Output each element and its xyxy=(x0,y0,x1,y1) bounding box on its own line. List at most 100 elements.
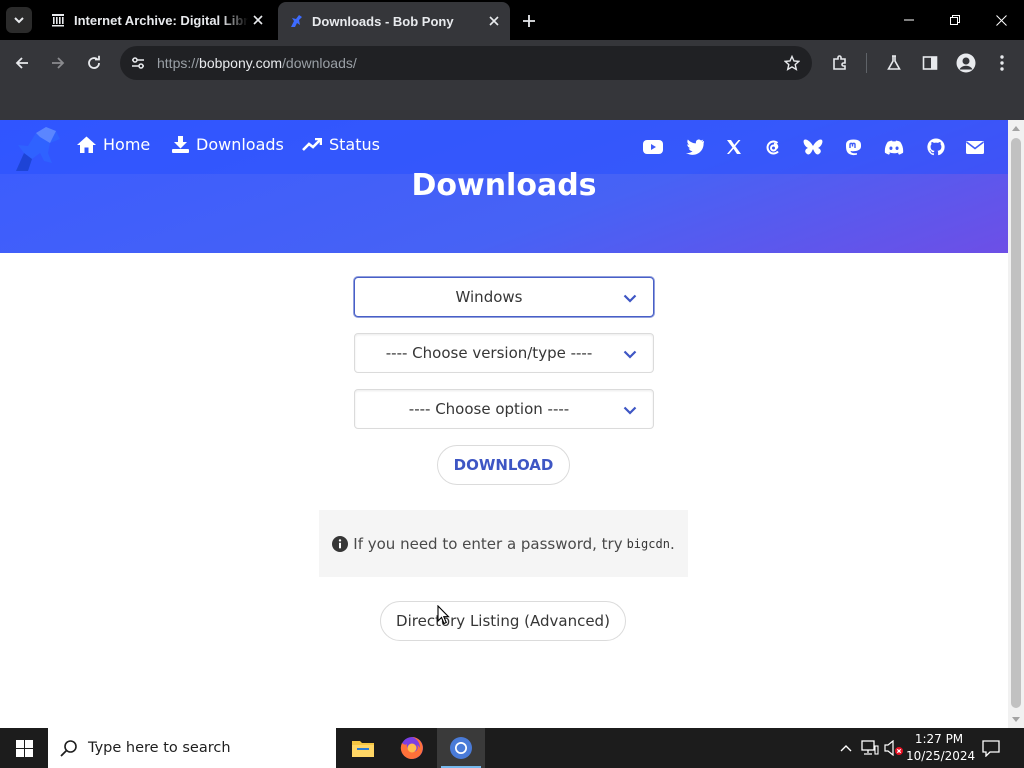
notification-center-button[interactable] xyxy=(980,737,1002,759)
profile-button[interactable] xyxy=(952,49,980,77)
option-select-value: ---- Choose option ---- xyxy=(408,400,570,418)
tab-title: Internet Archive: Digital Library xyxy=(74,12,248,28)
scroll-thumb[interactable] xyxy=(1011,138,1021,708)
reload-icon xyxy=(88,55,100,69)
tab-strip: Internet Archive: Digital Library Downlo… xyxy=(0,0,1024,40)
file-explorer-icon[interactable] xyxy=(339,728,387,768)
mouse-pointer-icon xyxy=(437,605,450,625)
chevron-up-icon[interactable] xyxy=(836,738,856,758)
forward-button[interactable] xyxy=(44,49,72,77)
scroll-down-arrow[interactable] xyxy=(1012,717,1020,722)
download-icon xyxy=(172,136,189,153)
version-type-select[interactable]: ---- Choose version/type ---- xyxy=(354,333,654,373)
tab-search-button[interactable] xyxy=(6,7,32,33)
trending-up-icon xyxy=(302,137,322,151)
nav-home-label: Home xyxy=(103,135,151,154)
start-button[interactable] xyxy=(0,728,48,768)
home-icon xyxy=(77,136,96,153)
notice-text: If you need to enter a password, try xyxy=(353,534,623,553)
notification-icon xyxy=(982,739,1000,757)
minimize-icon xyxy=(904,19,914,21)
windows-taskbar: Type here to search 1:27 PM 10/25/2024 xyxy=(0,728,1024,768)
nav-status-label: Status xyxy=(329,135,380,154)
youtube-icon[interactable] xyxy=(643,137,663,157)
close-icon[interactable] xyxy=(248,10,268,30)
restore-button[interactable] xyxy=(932,0,978,40)
url-text[interactable]: https://bobpony.com/downloads/ xyxy=(157,55,357,71)
nav-downloads[interactable]: Downloads xyxy=(172,135,284,154)
tab-title: Downloads - Bob Pony xyxy=(312,13,454,29)
bookmark-star-button[interactable] xyxy=(782,53,802,73)
os-select-value: Windows xyxy=(455,288,523,306)
page-title: Downloads xyxy=(411,168,597,203)
bluesky-icon[interactable] xyxy=(803,137,823,157)
chrome-icon[interactable] xyxy=(437,728,485,768)
os-select[interactable]: Windows xyxy=(354,277,654,317)
x-icon[interactable] xyxy=(724,137,744,157)
email-icon[interactable] xyxy=(965,137,985,157)
restore-icon xyxy=(950,15,960,25)
archive-icon xyxy=(50,12,66,28)
notice-period: . xyxy=(669,534,675,553)
taskbar-search[interactable]: Type here to search xyxy=(48,728,336,768)
plus-icon xyxy=(523,15,535,27)
url-host: bobpony.com xyxy=(199,55,283,71)
scroll-up-arrow[interactable] xyxy=(1012,126,1020,131)
download-button[interactable]: DOWNLOAD xyxy=(437,445,570,485)
discord-icon[interactable] xyxy=(884,137,904,157)
tab-bob-pony-downloads[interactable]: Downloads - Bob Pony xyxy=(278,2,510,40)
page-scrollbar[interactable] xyxy=(1008,120,1024,728)
password-notice: If you need to enter a password, try bigc… xyxy=(319,510,688,577)
arrow-left-icon xyxy=(15,57,28,69)
extensions-button[interactable] xyxy=(826,49,854,77)
avatar-icon xyxy=(956,53,976,73)
side-panel-icon xyxy=(922,56,938,70)
firefox-icon[interactable] xyxy=(388,728,436,768)
chevron-down-icon xyxy=(623,350,637,359)
option-select[interactable]: ---- Choose option ---- xyxy=(354,389,654,429)
clock-time: 1:27 PM xyxy=(914,732,964,746)
bookmarks-bar xyxy=(0,86,1024,120)
url-scheme: https:// xyxy=(157,55,200,71)
site-info-button[interactable] xyxy=(126,51,150,75)
twitter-icon[interactable] xyxy=(684,137,704,157)
volume-muted-icon[interactable] xyxy=(884,738,904,758)
search-placeholder: Type here to search xyxy=(88,740,231,756)
password-code: bigcdn xyxy=(626,536,670,551)
new-tab-button[interactable] xyxy=(518,10,540,32)
chevron-down-icon xyxy=(14,17,24,24)
mastodon-icon[interactable] xyxy=(843,137,863,157)
nav-home[interactable]: Home xyxy=(77,135,150,154)
github-icon[interactable] xyxy=(926,137,946,157)
network-icon[interactable] xyxy=(860,738,880,758)
address-bar[interactable]: https://bobpony.com/downloads/ xyxy=(120,46,812,80)
star-icon xyxy=(784,55,800,71)
side-panel-button[interactable] xyxy=(916,49,944,77)
search-icon xyxy=(60,740,77,757)
close-icon[interactable] xyxy=(484,11,504,31)
info-icon xyxy=(332,535,349,552)
labs-button[interactable] xyxy=(880,49,908,77)
flask-icon xyxy=(887,55,901,70)
minimize-button[interactable] xyxy=(886,0,932,40)
version-select-value: ---- Choose version/type ---- xyxy=(385,344,593,362)
bobpony-icon xyxy=(288,13,304,29)
chevron-down-icon xyxy=(623,294,637,303)
toolbar-divider xyxy=(866,53,867,73)
nav-status[interactable]: Status xyxy=(302,135,380,154)
close-icon xyxy=(995,14,1007,26)
reload-button[interactable] xyxy=(80,49,108,77)
system-clock[interactable]: 1:27 PM 10/25/2024 xyxy=(906,731,975,765)
hero-banner: Home Downloads Status Downloads xyxy=(0,120,1008,253)
menu-button[interactable] xyxy=(988,49,1016,77)
kebab-menu-icon xyxy=(1000,55,1004,71)
back-button[interactable] xyxy=(8,49,36,77)
windows-logo-icon xyxy=(15,739,33,757)
close-window-button[interactable] xyxy=(978,0,1024,40)
threads-icon[interactable] xyxy=(763,137,783,157)
tab-internet-archive[interactable]: Internet Archive: Digital Library xyxy=(40,0,274,40)
directory-listing-button[interactable]: Directory Listing (Advanced) xyxy=(380,601,626,641)
web-page: Home Downloads Status Downloads Windows … xyxy=(0,120,1008,728)
navbar: Home Downloads Status xyxy=(0,120,1008,174)
nav-downloads-label: Downloads xyxy=(196,135,284,154)
